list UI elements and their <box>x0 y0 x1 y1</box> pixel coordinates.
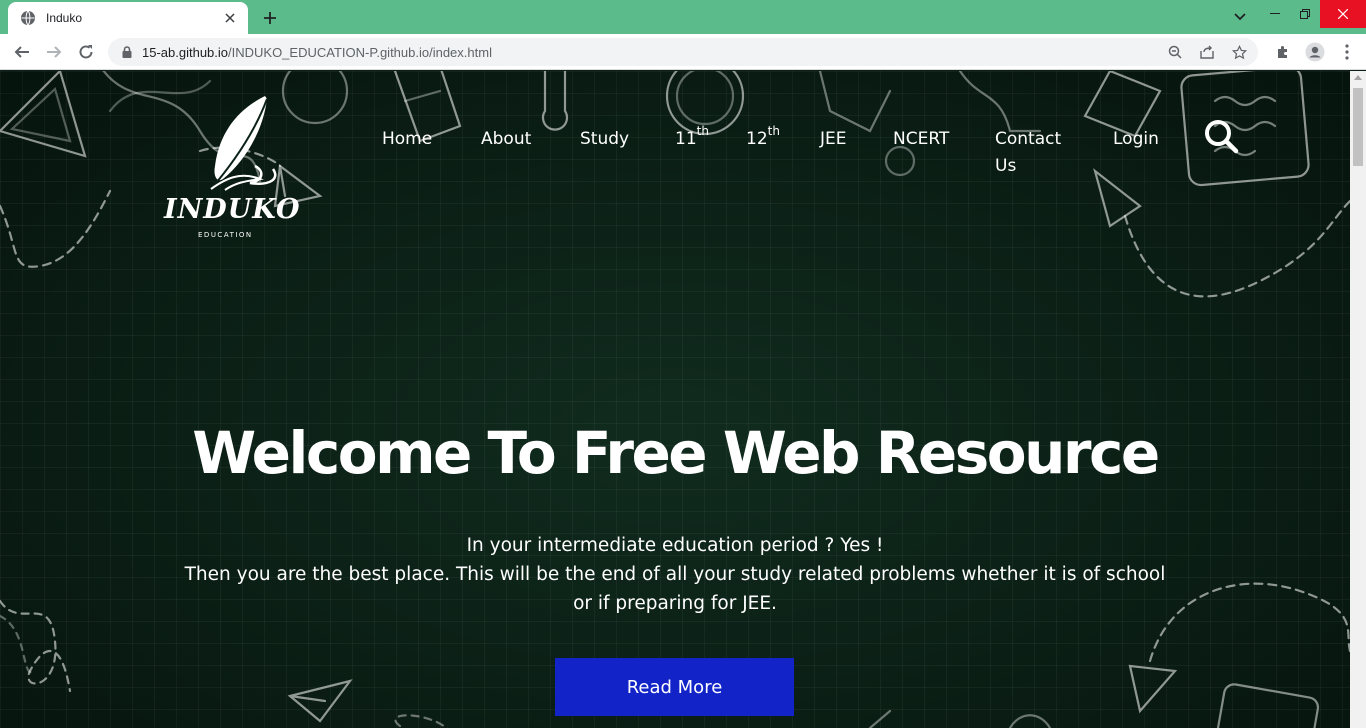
nav-login[interactable]: Login <box>1113 126 1159 153</box>
close-window-icon[interactable] <box>1320 0 1366 28</box>
window-controls <box>1260 0 1366 28</box>
hero-section: INDUKO EDUCATION Home About Study 11th 1… <box>0 71 1350 728</box>
new-tab-button[interactable] <box>258 6 282 30</box>
nav-ncert[interactable]: NCERT <box>893 126 949 153</box>
nav-about[interactable]: About <box>481 126 531 153</box>
hero-description: In your intermediate education period ? … <box>180 531 1170 618</box>
extensions-puzzle-icon[interactable] <box>1270 39 1296 65</box>
profile-avatar-icon[interactable] <box>1302 39 1328 65</box>
browser-toolbar: 15-ab.github.io/INDUKO_EDUCATION-P.githu… <box>0 34 1366 70</box>
lock-icon <box>122 46 132 58</box>
scroll-up-arrow-icon[interactable] <box>1354 75 1362 80</box>
share-icon[interactable] <box>1196 41 1218 63</box>
nav-study[interactable]: Study <box>580 126 629 153</box>
scrollbar-thumb[interactable] <box>1353 88 1363 166</box>
main-navigation: Home About Study 11th 12th JEE NCERT Con… <box>0 124 1350 186</box>
restore-icon[interactable] <box>1290 0 1320 28</box>
hero-line-1: In your intermediate education period ? … <box>466 535 884 556</box>
close-tab-icon[interactable] <box>222 10 238 26</box>
url-text: 15-ab.github.io/INDUKO_EDUCATION-P.githu… <box>142 44 492 60</box>
read-more-button[interactable]: Read More <box>555 658 794 716</box>
zoom-icon[interactable] <box>1164 41 1186 63</box>
page-scrollbar[interactable] <box>1350 71 1366 728</box>
logo-subtitle: EDUCATION <box>198 231 253 239</box>
nav-jee[interactable]: JEE <box>820 126 847 153</box>
hero-title: Welcome To Free Web Resource <box>192 419 1160 487</box>
tab-search-chevron-icon[interactable] <box>1228 6 1252 28</box>
globe-icon <box>21 10 35 26</box>
minimize-icon[interactable] <box>1260 0 1290 28</box>
browser-tab[interactable]: Induko <box>8 2 248 34</box>
browser-tab-bar: Induko <box>0 0 1366 34</box>
tab-title: Induko <box>46 11 83 25</box>
forward-arrow-icon[interactable] <box>40 38 68 66</box>
hero-line-2: Then you are the best place. This will b… <box>184 564 1166 585</box>
menu-kebab-icon[interactable] <box>1334 39 1360 65</box>
logo-wordmark: INDUKO <box>164 194 301 225</box>
hero-line-3: or if preparing for JEE. <box>573 593 777 614</box>
nav-11th[interactable]: 11th <box>675 124 709 153</box>
reload-icon[interactable] <box>72 38 100 66</box>
nav-contact-us[interactable]: Contact Us <box>995 126 1061 180</box>
back-arrow-icon[interactable] <box>8 38 36 66</box>
search-icon[interactable] <box>1203 118 1239 154</box>
nav-12th[interactable]: 12th <box>746 124 780 153</box>
nav-home[interactable]: Home <box>382 126 432 153</box>
address-bar[interactable]: 15-ab.github.io/INDUKO_EDUCATION-P.githu… <box>108 38 1258 66</box>
bookmark-star-icon[interactable] <box>1228 41 1250 63</box>
